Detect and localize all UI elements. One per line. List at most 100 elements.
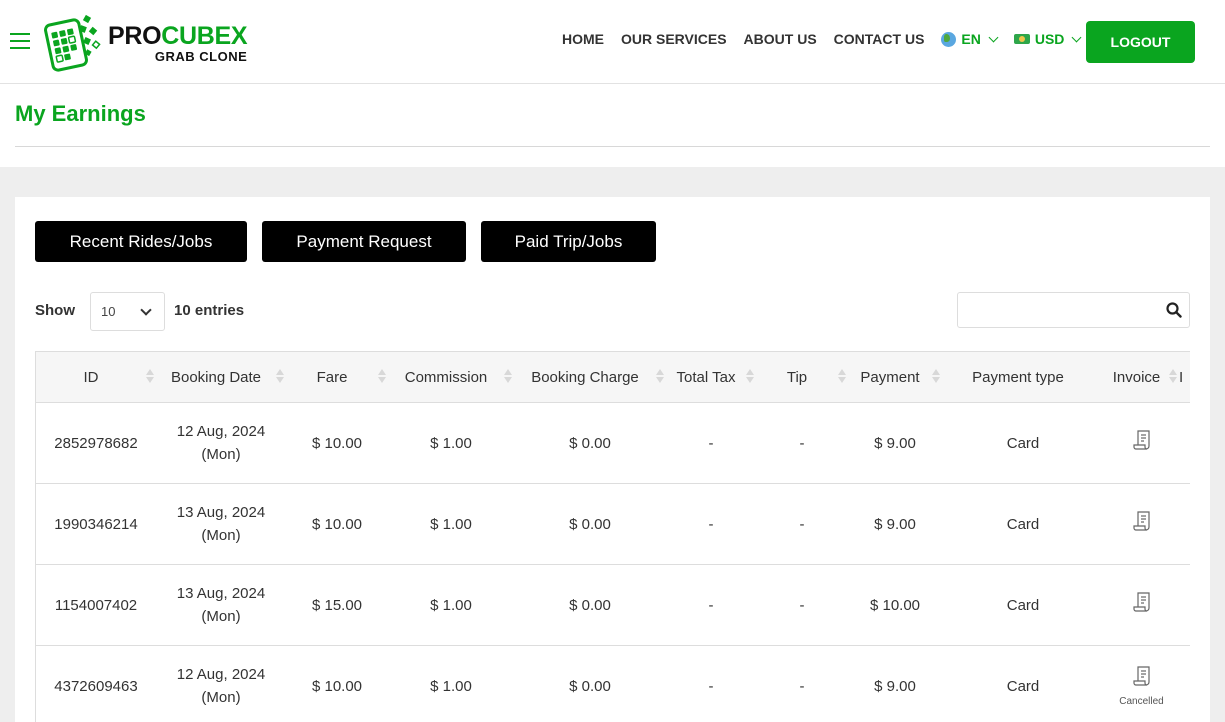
nav-our-services[interactable]: OUR SERVICES	[621, 31, 727, 47]
chevron-down-icon	[1071, 32, 1082, 42]
invoice-status: Cancelled	[1119, 695, 1164, 707]
column-header-fare[interactable]: Fare	[286, 352, 388, 403]
logo[interactable]: PROCUBEX GRAB CLONE	[44, 14, 248, 72]
language-value: EN	[961, 31, 981, 47]
cell-truncated	[1179, 484, 1190, 565]
page-length-value: 10	[101, 304, 116, 319]
cell-tip: -	[799, 596, 805, 614]
receipt-icon[interactable]	[1132, 665, 1151, 687]
table-search-input[interactable]	[957, 292, 1190, 328]
cell-total-tax: -	[708, 596, 714, 614]
search-icon[interactable]	[1166, 302, 1182, 318]
nav-home[interactable]: HOME	[562, 31, 604, 47]
sort-icon	[146, 369, 154, 385]
tab-recent-rides-jobs[interactable]: Recent Rides/Jobs	[35, 221, 247, 262]
cell-total-tax: -	[708, 677, 714, 695]
title-divider	[15, 146, 1210, 147]
cell-booking-date: 12 Aug, 2024 (Mon)	[176, 423, 266, 463]
cell-payment-type: Card	[1006, 677, 1040, 695]
sort-icon	[656, 369, 664, 385]
receipt-icon[interactable]	[1132, 591, 1151, 613]
earnings-card: Recent Rides/Jobs Payment Request Paid T…	[15, 197, 1210, 722]
chevron-down-icon	[140, 304, 152, 316]
column-header-booking-charge[interactable]: Booking Charge	[514, 352, 666, 403]
column-header-total-tax[interactable]: Total Tax	[666, 352, 756, 403]
cell-truncated	[1179, 403, 1190, 484]
logout-button[interactable]: LOGOUT	[1086, 21, 1195, 63]
cell-invoice	[1104, 403, 1179, 484]
chevron-down-icon	[988, 32, 999, 42]
cell-invoice: Cancelled	[1104, 646, 1179, 722]
column-header-payment[interactable]: Payment	[848, 352, 942, 403]
column-header-tip[interactable]: Tip	[756, 352, 848, 403]
hamburger-menu-icon[interactable]	[10, 33, 30, 49]
currency-selector[interactable]: USD	[1013, 31, 1082, 47]
cell-booking-date: 13 Aug, 2024 (Mon)	[176, 585, 266, 625]
nav-contact-us[interactable]: CONTACT US	[834, 31, 925, 47]
cell-id: 2852978682	[54, 434, 138, 452]
nav-about-us[interactable]: ABOUT US	[744, 31, 817, 47]
cell-fare: $ 10.00	[311, 677, 363, 695]
cell-total-tax: -	[708, 515, 714, 533]
cell-invoice	[1104, 484, 1179, 565]
cell-total-tax: -	[708, 434, 714, 452]
table-row: 1990346214 13 Aug, 2024 (Mon) $ 10.00 $ 1…	[36, 484, 1190, 565]
phone-cubes-logo-icon	[44, 14, 101, 72]
show-label: Show	[35, 302, 75, 319]
page-length-select[interactable]: 10	[90, 292, 165, 331]
receipt-icon[interactable]	[1132, 510, 1151, 532]
cell-payment: $ 9.00	[874, 434, 916, 452]
table-row: 2852978682 12 Aug, 2024 (Mon) $ 10.00 $ 1…	[36, 403, 1190, 484]
main-nav: HOME OUR SERVICES ABOUT US CONTACT US EN…	[562, 31, 1097, 47]
earnings-table: ID Booking Date Fare Commission Booking …	[36, 351, 1190, 722]
brand-subtitle: GRAB CLONE	[154, 48, 248, 64]
cash-icon	[1013, 34, 1030, 44]
column-header-booking-date[interactable]: Booking Date	[156, 352, 286, 403]
table-header-row: ID Booking Date Fare Commission Booking …	[36, 351, 1190, 403]
cell-booking-charge: $ 0.00	[569, 515, 611, 533]
cell-fare: $ 10.00	[311, 434, 363, 452]
earnings-table-container: ID Booking Date Fare Commission Booking …	[35, 351, 1190, 722]
language-selector[interactable]: EN	[941, 31, 999, 47]
cell-payment: $ 9.00	[874, 515, 916, 533]
sort-icon	[932, 369, 940, 385]
column-header-invoice[interactable]: Invoice	[1104, 352, 1179, 403]
cell-commission: $ 1.00	[430, 677, 472, 695]
sort-icon	[838, 369, 846, 385]
cell-id: 1154007402	[54, 596, 138, 614]
cell-fare: $ 10.00	[311, 515, 363, 533]
sort-icon	[276, 369, 284, 385]
column-header-id[interactable]: ID	[36, 352, 156, 403]
site-header: PROCUBEX GRAB CLONE HOME OUR SERVICES AB…	[0, 0, 1225, 84]
cell-booking-charge: $ 0.00	[569, 677, 611, 695]
cell-tip: -	[799, 515, 805, 533]
table-row: 1154007402 13 Aug, 2024 (Mon) $ 15.00 $ 1…	[36, 565, 1190, 646]
column-header-payment-type: Payment type	[972, 368, 1064, 386]
cell-tip: -	[799, 677, 805, 695]
cell-payment-type: Card	[1006, 596, 1040, 614]
tab-payment-request[interactable]: Payment Request	[262, 221, 466, 262]
column-header-truncated[interactable]: I	[1179, 352, 1190, 403]
cell-invoice	[1104, 565, 1179, 646]
page-title: My Earnings	[15, 101, 146, 126]
cell-tip: -	[799, 434, 805, 452]
sort-icon	[1169, 369, 1177, 385]
sort-icon	[378, 369, 386, 385]
column-header-commission[interactable]: Commission	[388, 352, 514, 403]
cell-payment: $ 9.00	[874, 677, 916, 695]
cell-fare: $ 15.00	[311, 596, 363, 614]
table-row: 4372609463 12 Aug, 2024 (Mon) $ 10.00 $ 1…	[36, 646, 1190, 722]
cell-payment: $ 10.00	[869, 596, 921, 614]
table-body: 2852978682 12 Aug, 2024 (Mon) $ 10.00 $ 1…	[36, 403, 1190, 722]
cell-booking-date: 13 Aug, 2024 (Mon)	[176, 504, 266, 544]
cell-commission: $ 1.00	[430, 434, 472, 452]
tab-paid-trip-jobs[interactable]: Paid Trip/Jobs	[481, 221, 656, 262]
currency-value: USD	[1034, 31, 1065, 47]
sort-icon	[746, 369, 754, 385]
globe-icon	[941, 31, 957, 47]
cell-commission: $ 1.00	[430, 515, 472, 533]
receipt-icon[interactable]	[1132, 429, 1151, 451]
cell-booking-date: 12 Aug, 2024 (Mon)	[176, 666, 266, 706]
brand-name: PROCUBEX	[108, 21, 248, 50]
cell-commission: $ 1.00	[430, 596, 472, 614]
